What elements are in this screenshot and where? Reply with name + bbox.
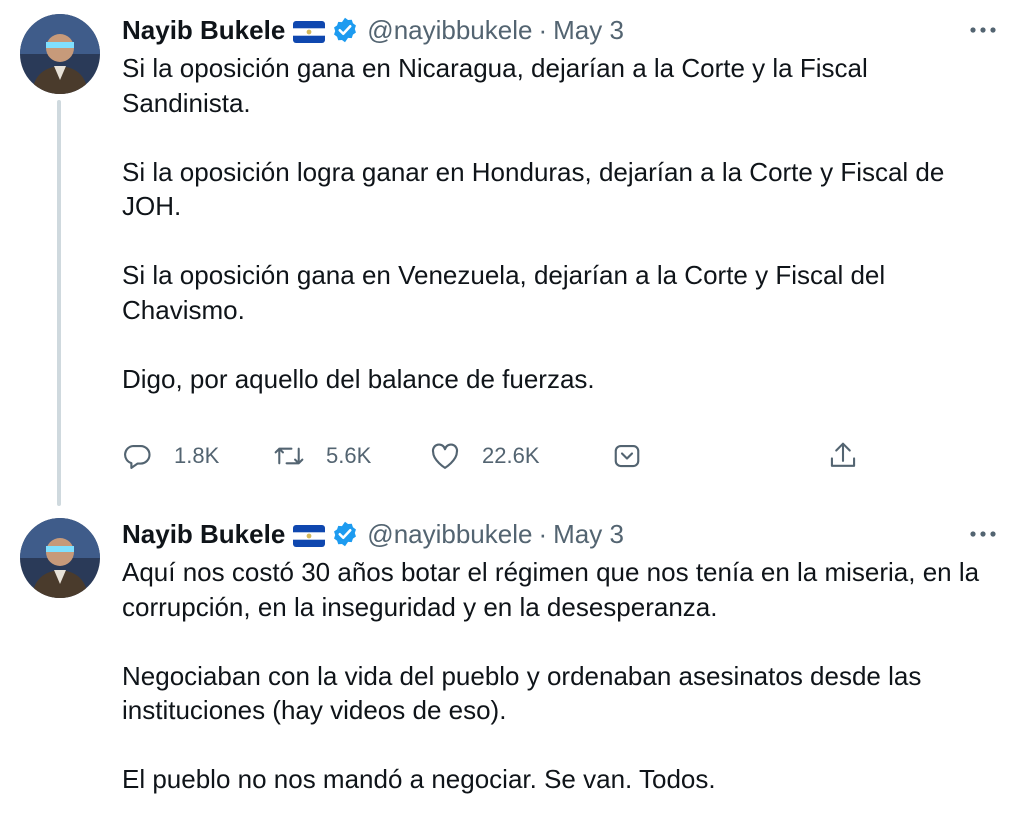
tip-button[interactable] [612, 438, 642, 474]
author-handle[interactable]: @nayibbukele [367, 15, 532, 46]
tweet-paragraph: Si la oposición gana en Nicaragua, dejar… [122, 53, 868, 118]
tweet-paragraph: Si la oposición logra ganar en Honduras,… [122, 156, 945, 222]
tweet-paragraph: Aquí nos costó 30 años botar el régimen … [122, 557, 980, 622]
tweet-actions: 1.8K 5.6K 22.6K [122, 438, 862, 474]
reply-count: 1.8K [174, 443, 220, 468]
separator-dot: · [538, 518, 548, 549]
tweet-header: Nayib Bukele @nayibbukele · May 3 [122, 10, 624, 50]
el-salvador-flag-icon [293, 523, 326, 547]
like-button[interactable]: 22.6K [430, 438, 540, 474]
tweet-paragraph: Digo, por aquello del balance de fuerzas… [122, 363, 595, 394]
tweet-header: Nayib Bukele @nayibbukele · May 3 [122, 514, 624, 554]
retweet-icon [272, 441, 306, 471]
more-horizontal-icon[interactable] [966, 517, 1000, 551]
avatar[interactable] [20, 518, 100, 598]
tweet-date[interactable]: May 3 [553, 519, 624, 550]
avatar[interactable] [20, 14, 100, 94]
share-button[interactable] [828, 438, 858, 474]
tweet-2[interactable]: Nayib Bukele @nayibbukele · May 3 Aquí n… [0, 514, 1024, 816]
el-salvador-flag-icon [293, 19, 326, 43]
tip-jar-icon [612, 441, 642, 471]
verified-badge-icon [331, 16, 359, 44]
tweet-paragraph: El pueblo no nos mandó a negociar. Se va… [122, 764, 716, 794]
tweet-paragraph: Si la oposición gana en Venezuela, dejar… [122, 260, 886, 325]
tweet-date[interactable]: May 3 [553, 15, 624, 46]
tweet-text: Aquí nos costó 30 años botar el régimen … [122, 555, 1002, 816]
tweet-text: Si la oposición gana en Nicaragua, dejar… [122, 51, 1002, 431]
tweet-paragraph: Negociaban con la vida del pueblo y orde… [122, 660, 922, 726]
author-name[interactable]: Nayib Bukele [122, 15, 285, 46]
more-horizontal-icon[interactable] [966, 13, 1000, 47]
tweet-1[interactable]: Nayib Bukele @nayibbukele · May 3 Si la … [0, 10, 1024, 480]
verified-badge-icon [331, 520, 359, 548]
retweet-count: 5.6K [326, 443, 372, 468]
author-handle[interactable]: @nayibbukele [367, 519, 532, 550]
author-name[interactable]: Nayib Bukele [122, 519, 285, 550]
like-count: 22.6K [482, 443, 540, 468]
share-icon [828, 440, 858, 472]
tweet-thread: Nayib Bukele @nayibbukele · May 3 Si la … [0, 0, 1024, 816]
separator-dot: · [538, 14, 548, 45]
heart-icon [430, 442, 460, 470]
reply-icon [122, 441, 152, 471]
reply-button[interactable]: 1.8K [122, 438, 219, 474]
retweet-button[interactable]: 5.6K [272, 438, 371, 474]
